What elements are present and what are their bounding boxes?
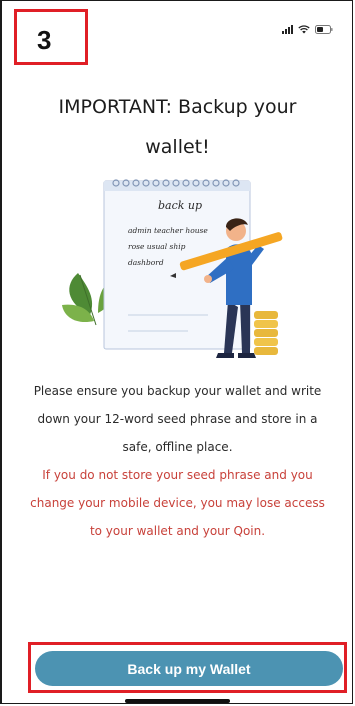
coin-stack-icon [254,311,278,355]
status-bar [282,25,333,34]
step-annotation-box: 3 [14,9,88,65]
warning-line-1: If you do not store your seed phrase and… [42,468,313,482]
signal-icon [282,25,293,34]
page-title-line-2: wallet! [145,136,210,158]
battery-icon [315,25,333,34]
backup-illustration: back up admin teacher house rose usual s… [62,179,283,358]
backup-instructions: Please ensure you backup your wallet and… [20,377,335,461]
page-title-line-1: IMPORTANT: Backup your [58,96,297,118]
note-line-1: admin teacher house [128,226,208,235]
instruction-line-2: down your 12-word seed phrase and store … [37,412,318,426]
instruction-line-1: Please ensure you backup your wallet and… [33,384,322,398]
wifi-icon [298,25,310,34]
warning-line-3: to your wallet and your Qoin. [89,524,266,538]
step-number: 3 [37,25,52,55]
note-line-3: dashbord [128,258,164,267]
note-line-2: rose usual ship [128,242,186,251]
home-indicator [125,699,230,703]
warning-line-2: change your mobile device, you may lose … [30,496,325,510]
instruction-line-3: safe, offline place. [122,440,233,454]
back-up-wallet-button[interactable]: Back up my Wallet [35,651,343,686]
backup-warning: If you do not store your seed phrase and… [20,461,335,545]
note-heading: back up [158,199,202,212]
